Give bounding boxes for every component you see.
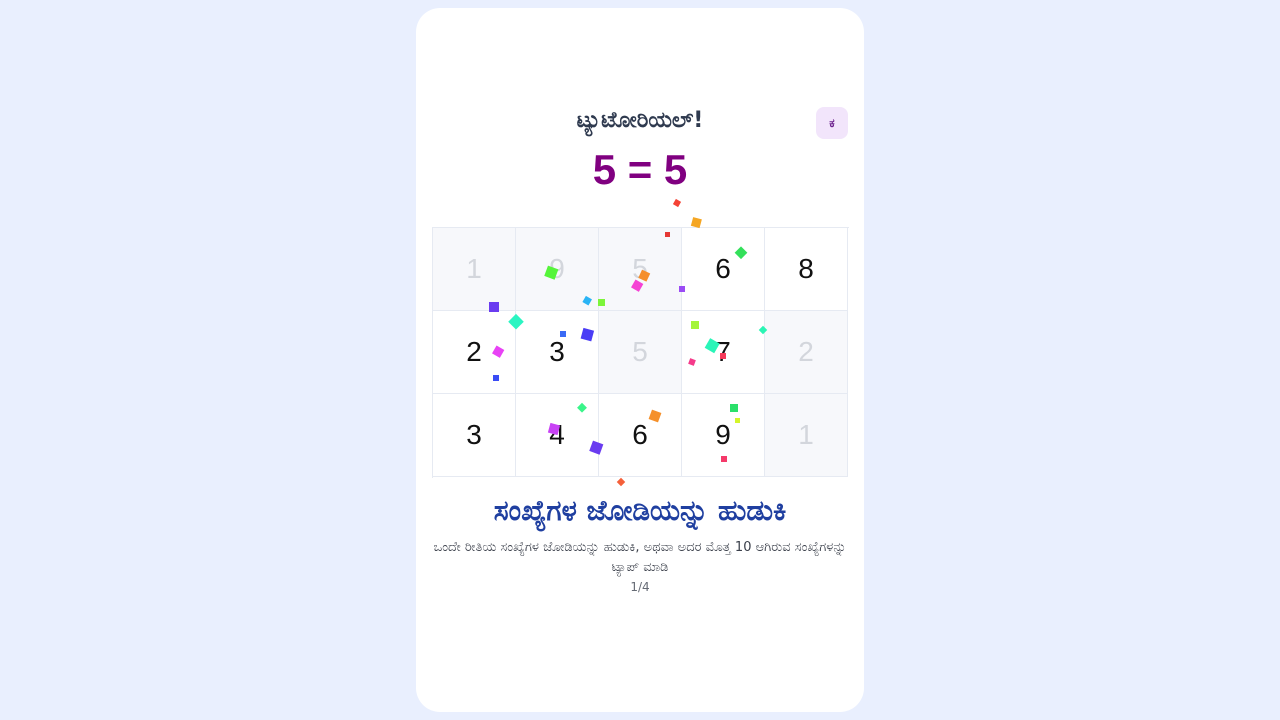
grid-cell: 9 (516, 228, 599, 311)
match-equation: 5 = 5 (592, 146, 688, 193)
grid-cell[interactable]: 4 (516, 394, 599, 477)
grid-cell: 5 (599, 228, 682, 311)
grid-cell: 1 (765, 394, 848, 477)
number-grid: 195682357234691 (432, 227, 849, 478)
instruction-heading: ಸಂಖ್ಯೆಗಳ ಜೋಡಿಯನ್ನು ಹುಡುಕಿ (493, 494, 787, 527)
grid-cell[interactable]: 9 (682, 394, 765, 477)
grid-cell[interactable]: 2 (433, 311, 516, 394)
grid-cell[interactable]: 7 (682, 311, 765, 394)
grid-cell: 5 (599, 311, 682, 394)
grid-cell[interactable]: 8 (765, 228, 848, 311)
grid-cell[interactable]: 3 (433, 394, 516, 477)
page-indicator: 1/4 (630, 580, 650, 594)
language-toggle-button[interactable]: ಕ (816, 107, 848, 139)
tutorial-title: ಟ್ಯುಟೋರಿಯಲ್! (576, 108, 704, 133)
grid-cell[interactable]: 3 (516, 311, 599, 394)
instruction-description: ಒಂದೇ ರೀತಿಯ ಸಂಖ್ಯೆಗಳ ಜೋಡಿಯನ್ನು ಹುಡುಕಿ, ಅಥ… (433, 540, 847, 575)
grid-cell[interactable]: 6 (599, 394, 682, 477)
grid-cell: 1 (433, 228, 516, 311)
grid-cell[interactable]: 6 (682, 228, 765, 311)
tutorial-card: ಟ್ಯುಟೋರಿಯಲ್! ಕ 5 = 5 195682357234691 ಸಂಖ… (416, 8, 864, 712)
grid-cell: 2 (765, 311, 848, 394)
